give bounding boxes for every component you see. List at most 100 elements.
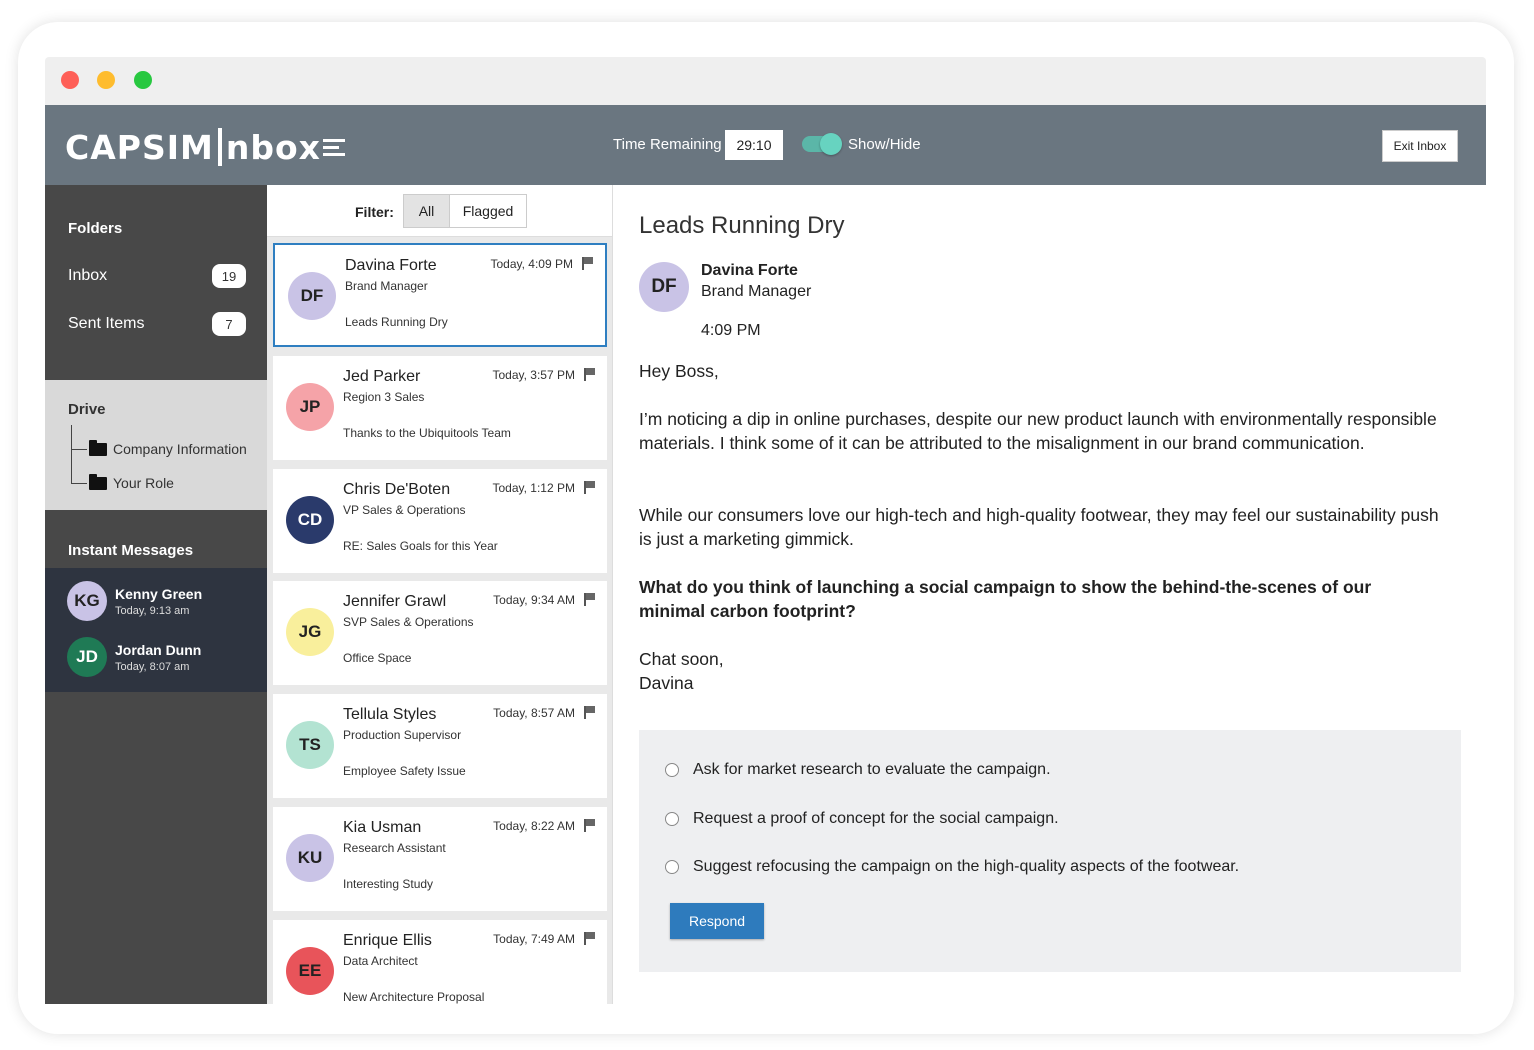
drive-item-your-role[interactable]: Your Role xyxy=(89,473,174,493)
mail-timestamp: Today, 8:57 AM xyxy=(493,706,575,721)
message-question: What do you think of launching a social … xyxy=(639,577,1372,621)
avatar: JP xyxy=(286,382,334,431)
sender-name: Chris De'Boten xyxy=(343,480,451,498)
mail-timestamp: Today, 3:57 PM xyxy=(492,367,576,382)
flag-icon[interactable] xyxy=(584,931,595,945)
logo-lines-icon xyxy=(322,138,345,156)
im-item-jordan-dunn[interactable]: JD Jordan Dunn Today, 8:07 am xyxy=(67,635,201,679)
avatar: DF xyxy=(288,272,336,320)
im-item-kenny-green[interactable]: KG Kenny Green Today, 9:13 am xyxy=(67,579,202,623)
drive-item-label: Company Information xyxy=(113,441,247,457)
flag-icon[interactable] xyxy=(584,367,595,381)
exit-inbox-button[interactable]: Exit Inbox xyxy=(1382,130,1458,162)
sent-time: 4:09 PM xyxy=(701,322,761,339)
sender-name: Jennifer Grawl xyxy=(343,593,447,611)
drive-section: Drive Company Information Your Role xyxy=(45,380,267,510)
window-titlebar xyxy=(45,57,1486,105)
message-greeting: Hey Boss, xyxy=(639,361,719,381)
sender-name: Jed Parker xyxy=(343,367,421,385)
sender-name: Enrique Ellis xyxy=(343,931,432,949)
flag-icon[interactable] xyxy=(584,819,595,832)
mail-list-item[interactable]: TS Tellula Styles Production Supervisor Emp… xyxy=(273,694,607,799)
folder-inbox[interactable]: Inbox 19 xyxy=(68,263,246,289)
mail-list-item[interactable]: DF Davina Forte Brand Manager Leads Running… xyxy=(273,243,607,347)
avatar: KU xyxy=(286,834,334,882)
message-subject: Leads Running Dry xyxy=(639,212,845,239)
drive-heading: Drive xyxy=(68,401,106,418)
radio-button[interactable] xyxy=(665,860,679,874)
flag-icon[interactable] xyxy=(584,480,595,494)
sender-role: Data Architect xyxy=(343,953,418,968)
minimize-window-button[interactable] xyxy=(97,71,115,89)
folder-icon xyxy=(89,473,107,490)
mail-list-item[interactable]: EE Enrique Ellis Data Architect New Archite… xyxy=(273,919,607,1004)
sender-role: Brand Manager xyxy=(345,279,428,293)
drive-item-label: Your Role xyxy=(113,475,174,491)
sender-role: Region 3 Sales xyxy=(343,389,425,404)
mail-subject: Office Space xyxy=(343,651,412,666)
unread-count-badge: 19 xyxy=(212,264,246,288)
folder-sent-items[interactable]: Sent Items 7 xyxy=(68,311,246,337)
sender-role: Brand Manager xyxy=(701,283,812,300)
flag-icon[interactable] xyxy=(584,593,595,607)
sender-role: Research Assistant xyxy=(343,841,446,855)
response-option[interactable]: Suggest refocusing the campaign on the h… xyxy=(665,857,1239,877)
logo-divider xyxy=(217,128,222,166)
response-option[interactable]: Request a proof of concept for the socia… xyxy=(665,809,1059,829)
avatar: JD xyxy=(67,637,107,677)
mail-subject: Thanks to the Ubiquitools Team xyxy=(343,425,511,440)
message-paragraph: I’m noticing a dip in online purchases, … xyxy=(639,409,1437,453)
sender-role: VP Sales & Operations xyxy=(343,502,466,517)
close-window-button[interactable] xyxy=(61,71,79,89)
count-badge: 7 xyxy=(212,312,246,336)
mail-timestamp: Today, 8:22 AM xyxy=(493,819,575,833)
mail-subject: New Architecture Proposal xyxy=(343,989,485,1004)
radio-button[interactable] xyxy=(665,763,679,777)
response-option[interactable]: Ask for market research to evaluate the … xyxy=(665,760,1051,780)
sender-name: Davina Forte xyxy=(345,257,437,274)
sender-name: Kia Usman xyxy=(343,819,422,836)
mail-timestamp: Today, 7:49 AM xyxy=(493,931,575,946)
radio-button[interactable] xyxy=(665,812,679,826)
filter-label: Filter: xyxy=(355,204,394,220)
mail-timestamp: Today, 9:34 AM xyxy=(493,593,575,608)
show-hide-toggle[interactable] xyxy=(802,133,842,155)
tree-branch xyxy=(71,449,87,450)
time-remaining-label: Time Remaining xyxy=(613,136,722,153)
instant-messages-list: KG Kenny Green Today, 9:13 am JD Jordan … xyxy=(45,568,267,692)
drive-item-company-information[interactable]: Company Information xyxy=(89,439,247,459)
filter-bar: Filter: All Flagged xyxy=(267,185,612,237)
mail-subject: Employee Safety Issue xyxy=(343,764,466,779)
maximize-window-button[interactable] xyxy=(134,71,152,89)
sender-name: Davina Forte xyxy=(701,262,798,279)
avatar: TS xyxy=(286,721,334,770)
mail-list-item[interactable]: JG Jennifer Grawl SVP Sales & Operations Of… xyxy=(273,581,607,686)
filter-all-button[interactable]: All xyxy=(403,194,450,228)
avatar: EE xyxy=(286,946,334,995)
tree-line xyxy=(71,425,72,483)
mail-list-item[interactable]: JP Jed Parker Region 3 Sales Thanks to the … xyxy=(273,355,607,460)
sender-name: Tellula Styles xyxy=(343,706,437,724)
im-timestamp: Today, 9:13 am xyxy=(115,604,190,617)
avatar: DF xyxy=(639,262,689,312)
option-label: Suggest refocusing the campaign on the h… xyxy=(693,858,1240,875)
show-hide-label: Show/Hide xyxy=(848,136,921,153)
mail-subject: Interesting Study xyxy=(343,877,434,891)
im-sender-name: Kenny Green xyxy=(115,585,203,602)
mail-list-item[interactable]: KU Kia Usman Research Assistant Interesting… xyxy=(273,807,607,911)
option-label: Request a proof of concept for the socia… xyxy=(693,810,1059,827)
sender-role: SVP Sales & Operations xyxy=(343,615,474,630)
instant-messages-heading: Instant Messages xyxy=(68,542,194,559)
avatar: JG xyxy=(286,608,334,657)
flag-icon[interactable] xyxy=(584,706,595,720)
sender-role: Production Supervisor xyxy=(343,728,462,743)
logo-capsim: CAPSIM xyxy=(65,127,214,167)
message-signature: Davina xyxy=(639,673,694,693)
mail-list-item[interactable]: CD Chris De'Boten VP Sales & Operations RE:… xyxy=(273,468,607,573)
folders-heading: Folders xyxy=(68,220,123,237)
filter-flagged-button[interactable]: Flagged xyxy=(449,194,527,228)
avatar: CD xyxy=(286,495,334,544)
folder-label: Inbox xyxy=(68,267,108,284)
respond-button[interactable]: Respond xyxy=(670,903,764,939)
flag-icon[interactable] xyxy=(582,257,593,270)
